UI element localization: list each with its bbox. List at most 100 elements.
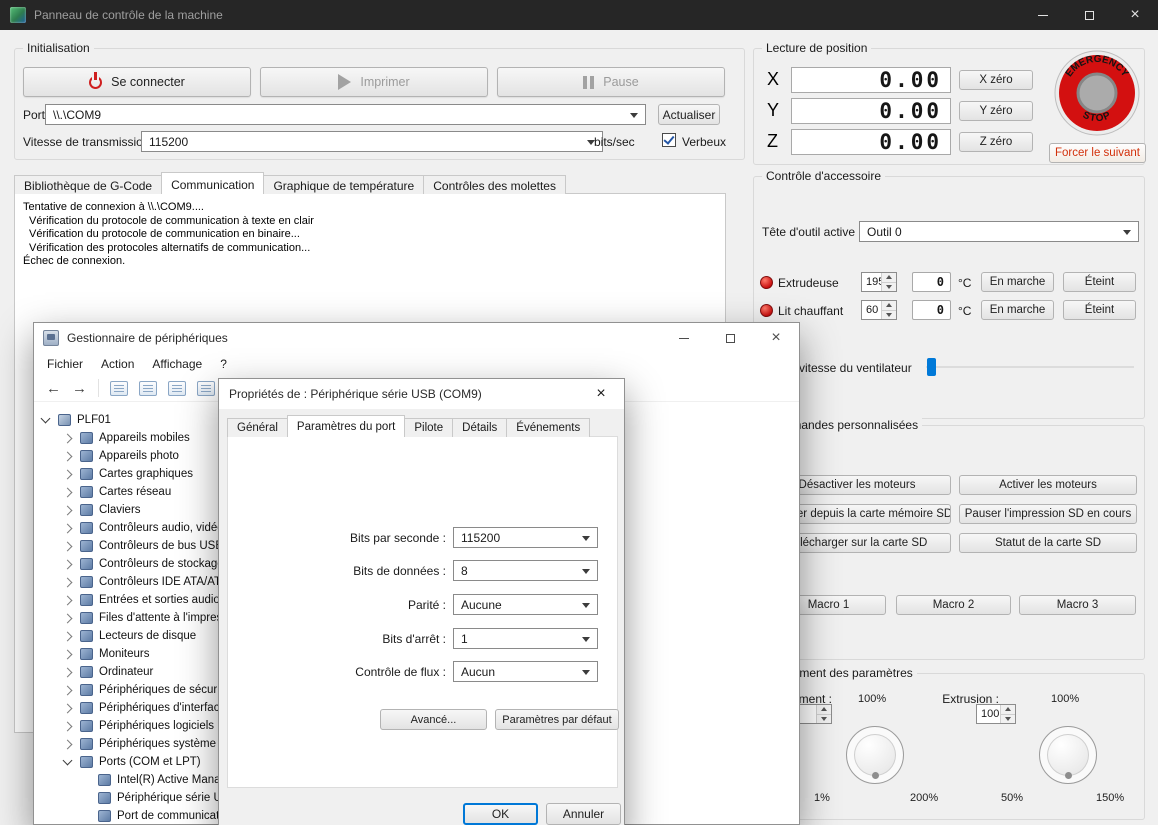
y-zero-button[interactable]: Y zéro <box>959 101 1033 121</box>
accessory-group: Contrôle d'accessoire Tête d'outil activ… <box>753 169 1145 419</box>
bed-on-button[interactable]: En marche <box>981 300 1054 320</box>
extrusion-spinner[interactable]: 100 <box>976 704 1016 724</box>
chevron-right-icon[interactable] <box>62 703 73 713</box>
tab-communication[interactable]: Communication <box>161 172 265 194</box>
chevron-right-icon[interactable] <box>62 577 73 587</box>
maximize-button[interactable] <box>1066 0 1112 30</box>
fan-slider-thumb[interactable] <box>927 358 936 376</box>
emergency-stop-button[interactable]: EMERGENCY STOP <box>1054 50 1140 136</box>
menu-action[interactable]: Action <box>92 357 143 371</box>
extruder-target-spinner[interactable]: 195 <box>861 272 897 292</box>
chevron-right-icon[interactable] <box>62 505 73 515</box>
spinner-arrows-icon[interactable] <box>816 705 831 723</box>
parity-combo[interactable]: Aucune <box>453 594 598 615</box>
chevron-right-icon[interactable] <box>62 649 73 659</box>
menu-file[interactable]: Fichier <box>38 357 92 371</box>
chevron-right-icon[interactable] <box>62 523 73 533</box>
extrusion-min-label: 50% <box>1001 792 1024 804</box>
connect-button[interactable]: Se connecter <box>23 67 251 97</box>
chevron-right-icon[interactable] <box>62 451 73 461</box>
chevron-right-icon[interactable] <box>62 739 73 749</box>
macro-3-button[interactable]: Macro 3 <box>1019 595 1136 615</box>
ok-button[interactable]: OK <box>463 803 538 825</box>
chevron-right-icon[interactable] <box>62 469 73 479</box>
tab-temperature-graph[interactable]: Graphique de température <box>263 175 425 194</box>
chevron-right-icon[interactable] <box>62 487 73 497</box>
dm-minimize-button[interactable] <box>661 323 707 353</box>
cameras-icon <box>80 450 93 462</box>
bed-off-button[interactable]: Éteint <box>1063 300 1136 320</box>
dm-maximize-button[interactable] <box>707 323 753 353</box>
menu-help[interactable]: ? <box>211 357 236 371</box>
tab-jog-controls[interactable]: Contrôles des molettes <box>423 175 566 194</box>
z-zero-button[interactable]: Z zéro <box>959 132 1033 152</box>
port-combo-value: \\.\COM9 <box>53 107 102 122</box>
back-icon[interactable]: ← <box>46 381 61 396</box>
print-button[interactable]: Imprimer <box>260 67 488 97</box>
dialog-close-button[interactable]: × <box>578 379 624 409</box>
scan-hardware-icon[interactable] <box>197 380 215 396</box>
chevron-right-icon[interactable] <box>62 721 73 731</box>
macro-2-button[interactable]: Macro 2 <box>896 595 1011 615</box>
chevron-right-icon[interactable] <box>62 541 73 551</box>
forward-icon[interactable]: → <box>72 381 87 396</box>
serial-port-icon <box>98 810 111 822</box>
chevron-right-icon[interactable] <box>62 559 73 569</box>
tab-gcode-library[interactable]: Bibliothèque de G-Code <box>14 175 163 194</box>
tab-events[interactable]: Événements <box>506 418 591 437</box>
chevron-down-icon[interactable] <box>62 755 73 766</box>
minimize-button[interactable] <box>1020 0 1066 30</box>
extruder-off-button[interactable]: Éteint <box>1063 272 1136 292</box>
close-button[interactable]: × <box>1112 0 1158 30</box>
extrusion-knob[interactable] <box>1039 726 1097 784</box>
restore-defaults-button[interactable]: Paramètres par défaut <box>495 709 619 730</box>
bed-unit-label: °C <box>958 304 972 318</box>
data-bits-combo[interactable]: 8 <box>453 560 598 581</box>
tab-general[interactable]: Général <box>227 418 288 437</box>
fan-slider-track[interactable] <box>926 366 1134 368</box>
baud-combo[interactable]: 115200 <box>141 131 603 152</box>
toolhead-combo[interactable]: Outil 0 <box>859 221 1139 242</box>
chevron-right-icon[interactable] <box>62 667 73 677</box>
extruder-on-button[interactable]: En marche <box>981 272 1054 292</box>
spinner-arrows-icon[interactable] <box>881 273 896 291</box>
dialog-titlebar[interactable]: Propriétés de : Périphérique série USB (… <box>219 379 624 409</box>
motors-on-button[interactable]: Activer les moteurs <box>959 475 1137 495</box>
properties-icon[interactable] <box>139 380 157 396</box>
help-icon[interactable] <box>168 380 186 396</box>
chevron-right-icon[interactable] <box>62 613 73 623</box>
verbose-checkbox[interactable] <box>662 133 676 147</box>
tab-port-settings[interactable]: Paramètres du port <box>286 415 406 437</box>
chevron-right-icon[interactable] <box>62 631 73 641</box>
x-zero-button[interactable]: X zéro <box>959 70 1033 90</box>
chevron-down-icon[interactable] <box>40 413 51 424</box>
sd-pause-button[interactable]: Pauser l'impression SD en cours <box>959 504 1137 524</box>
chevron-right-icon[interactable] <box>62 685 73 695</box>
tab-driver[interactable]: Pilote <box>404 418 454 437</box>
feed-min-label: 1% <box>814 792 830 804</box>
tab-details[interactable]: Détails <box>452 418 508 437</box>
advanced-button[interactable]: Avancé... <box>380 709 487 730</box>
spinner-arrows-icon[interactable] <box>881 301 896 319</box>
menu-view[interactable]: Affichage <box>143 357 211 371</box>
spinner-arrows-icon[interactable] <box>1000 705 1015 723</box>
sd-status-button[interactable]: Statut de la carte SD <box>959 533 1137 553</box>
force-next-button[interactable]: Forcer le suivant <box>1049 143 1146 163</box>
bed-target-spinner[interactable]: 60 <box>861 300 897 320</box>
chevron-right-icon[interactable] <box>62 595 73 605</box>
baud-rate-combo[interactable]: 115200 <box>453 527 598 548</box>
port-properties-dialog: Propriétés de : Périphérique série USB (… <box>218 378 625 825</box>
dm-close-button[interactable]: × <box>753 323 799 353</box>
baud-rate-field-label: Bits par seconde : <box>349 531 446 545</box>
feed-knob[interactable] <box>846 726 904 784</box>
show-console-tree-icon[interactable] <box>110 380 128 396</box>
main-titlebar[interactable]: Panneau de contrôle de la machine × <box>0 0 1158 30</box>
port-combo[interactable]: \\.\COM9 <box>45 104 646 125</box>
chevron-right-icon[interactable] <box>62 433 73 443</box>
maximize-icon <box>725 333 735 343</box>
refresh-button[interactable]: Actualiser <box>658 104 720 125</box>
stop-bits-combo[interactable]: 1 <box>453 628 598 649</box>
pause-button[interactable]: Pause <box>497 67 725 97</box>
cancel-button[interactable]: Annuler <box>546 803 621 825</box>
flow-control-combo[interactable]: Aucun <box>453 661 598 682</box>
